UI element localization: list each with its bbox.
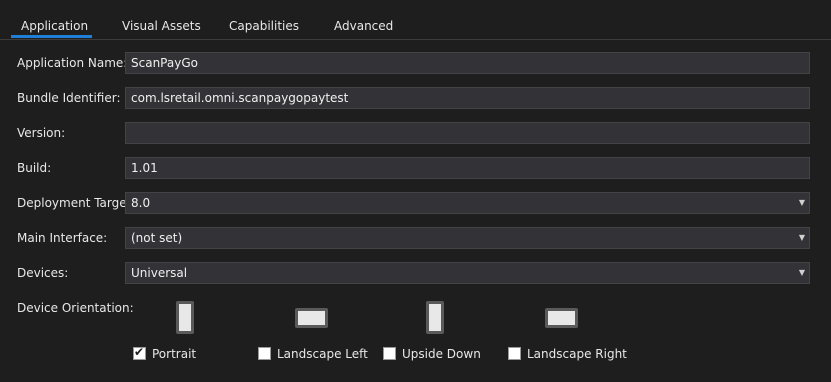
checkbox-box[interactable]	[383, 347, 396, 360]
build-field[interactable]: 1.01	[125, 157, 810, 179]
app-name-field[interactable]: ScanPayGo	[125, 52, 810, 74]
checkbox-box[interactable]	[258, 347, 271, 360]
portrait-label: Portrait	[152, 347, 197, 361]
version-label: Version:	[17, 126, 66, 140]
tab-visual-assets[interactable]: Visual Assets	[122, 19, 201, 33]
active-tab-indicator	[11, 35, 92, 38]
tab-advanced[interactable]: Advanced	[334, 19, 393, 33]
deployment-target-value: 8.0	[131, 196, 151, 210]
chevron-down-icon[interactable]: ▼	[799, 263, 805, 283]
main-interface-value: (not set)	[131, 231, 183, 245]
device-orientation-label: Device Orientation:	[17, 301, 134, 315]
checkbox-box[interactable]: ✔	[133, 345, 146, 360]
tab-application[interactable]: Application	[21, 19, 88, 33]
bundle-id-label: Bundle Identifier:	[17, 91, 121, 105]
main-interface-label: Main Interface:	[17, 231, 108, 245]
main-interface-select[interactable]: (not set) ▼	[125, 227, 810, 249]
portrait-icon	[176, 301, 194, 334]
version-field[interactable]	[125, 122, 810, 144]
devices-label: Devices:	[17, 266, 69, 280]
tab-bar: Application Visual Assets Capabilities A…	[0, 0, 831, 40]
devices-value: Universal	[131, 266, 188, 280]
build-label: Build:	[17, 161, 52, 175]
chevron-down-icon[interactable]: ▼	[799, 228, 805, 248]
landscape-left-icon	[295, 308, 328, 328]
upside-down-label: Upside Down	[402, 347, 481, 361]
checkbox-box[interactable]	[508, 347, 521, 360]
chevron-down-icon[interactable]: ▼	[799, 193, 805, 213]
landscape-right-label: Landscape Right	[527, 347, 627, 361]
landscape-right-icon	[545, 308, 578, 328]
bundle-id-field[interactable]: com.lsretail.omni.scanpaygopaytest	[125, 87, 810, 109]
devices-select[interactable]: Universal ▼	[125, 262, 810, 284]
deployment-target-select[interactable]: 8.0 ▼	[125, 192, 810, 214]
tab-capabilities[interactable]: Capabilities	[229, 19, 299, 33]
upside-down-icon	[426, 301, 444, 334]
deployment-target-label: Deployment Target:	[17, 196, 136, 210]
app-name-label: Application Name:	[17, 56, 128, 70]
landscape-left-label: Landscape Left	[277, 347, 368, 361]
checkmark-icon: ✔	[134, 345, 145, 359]
